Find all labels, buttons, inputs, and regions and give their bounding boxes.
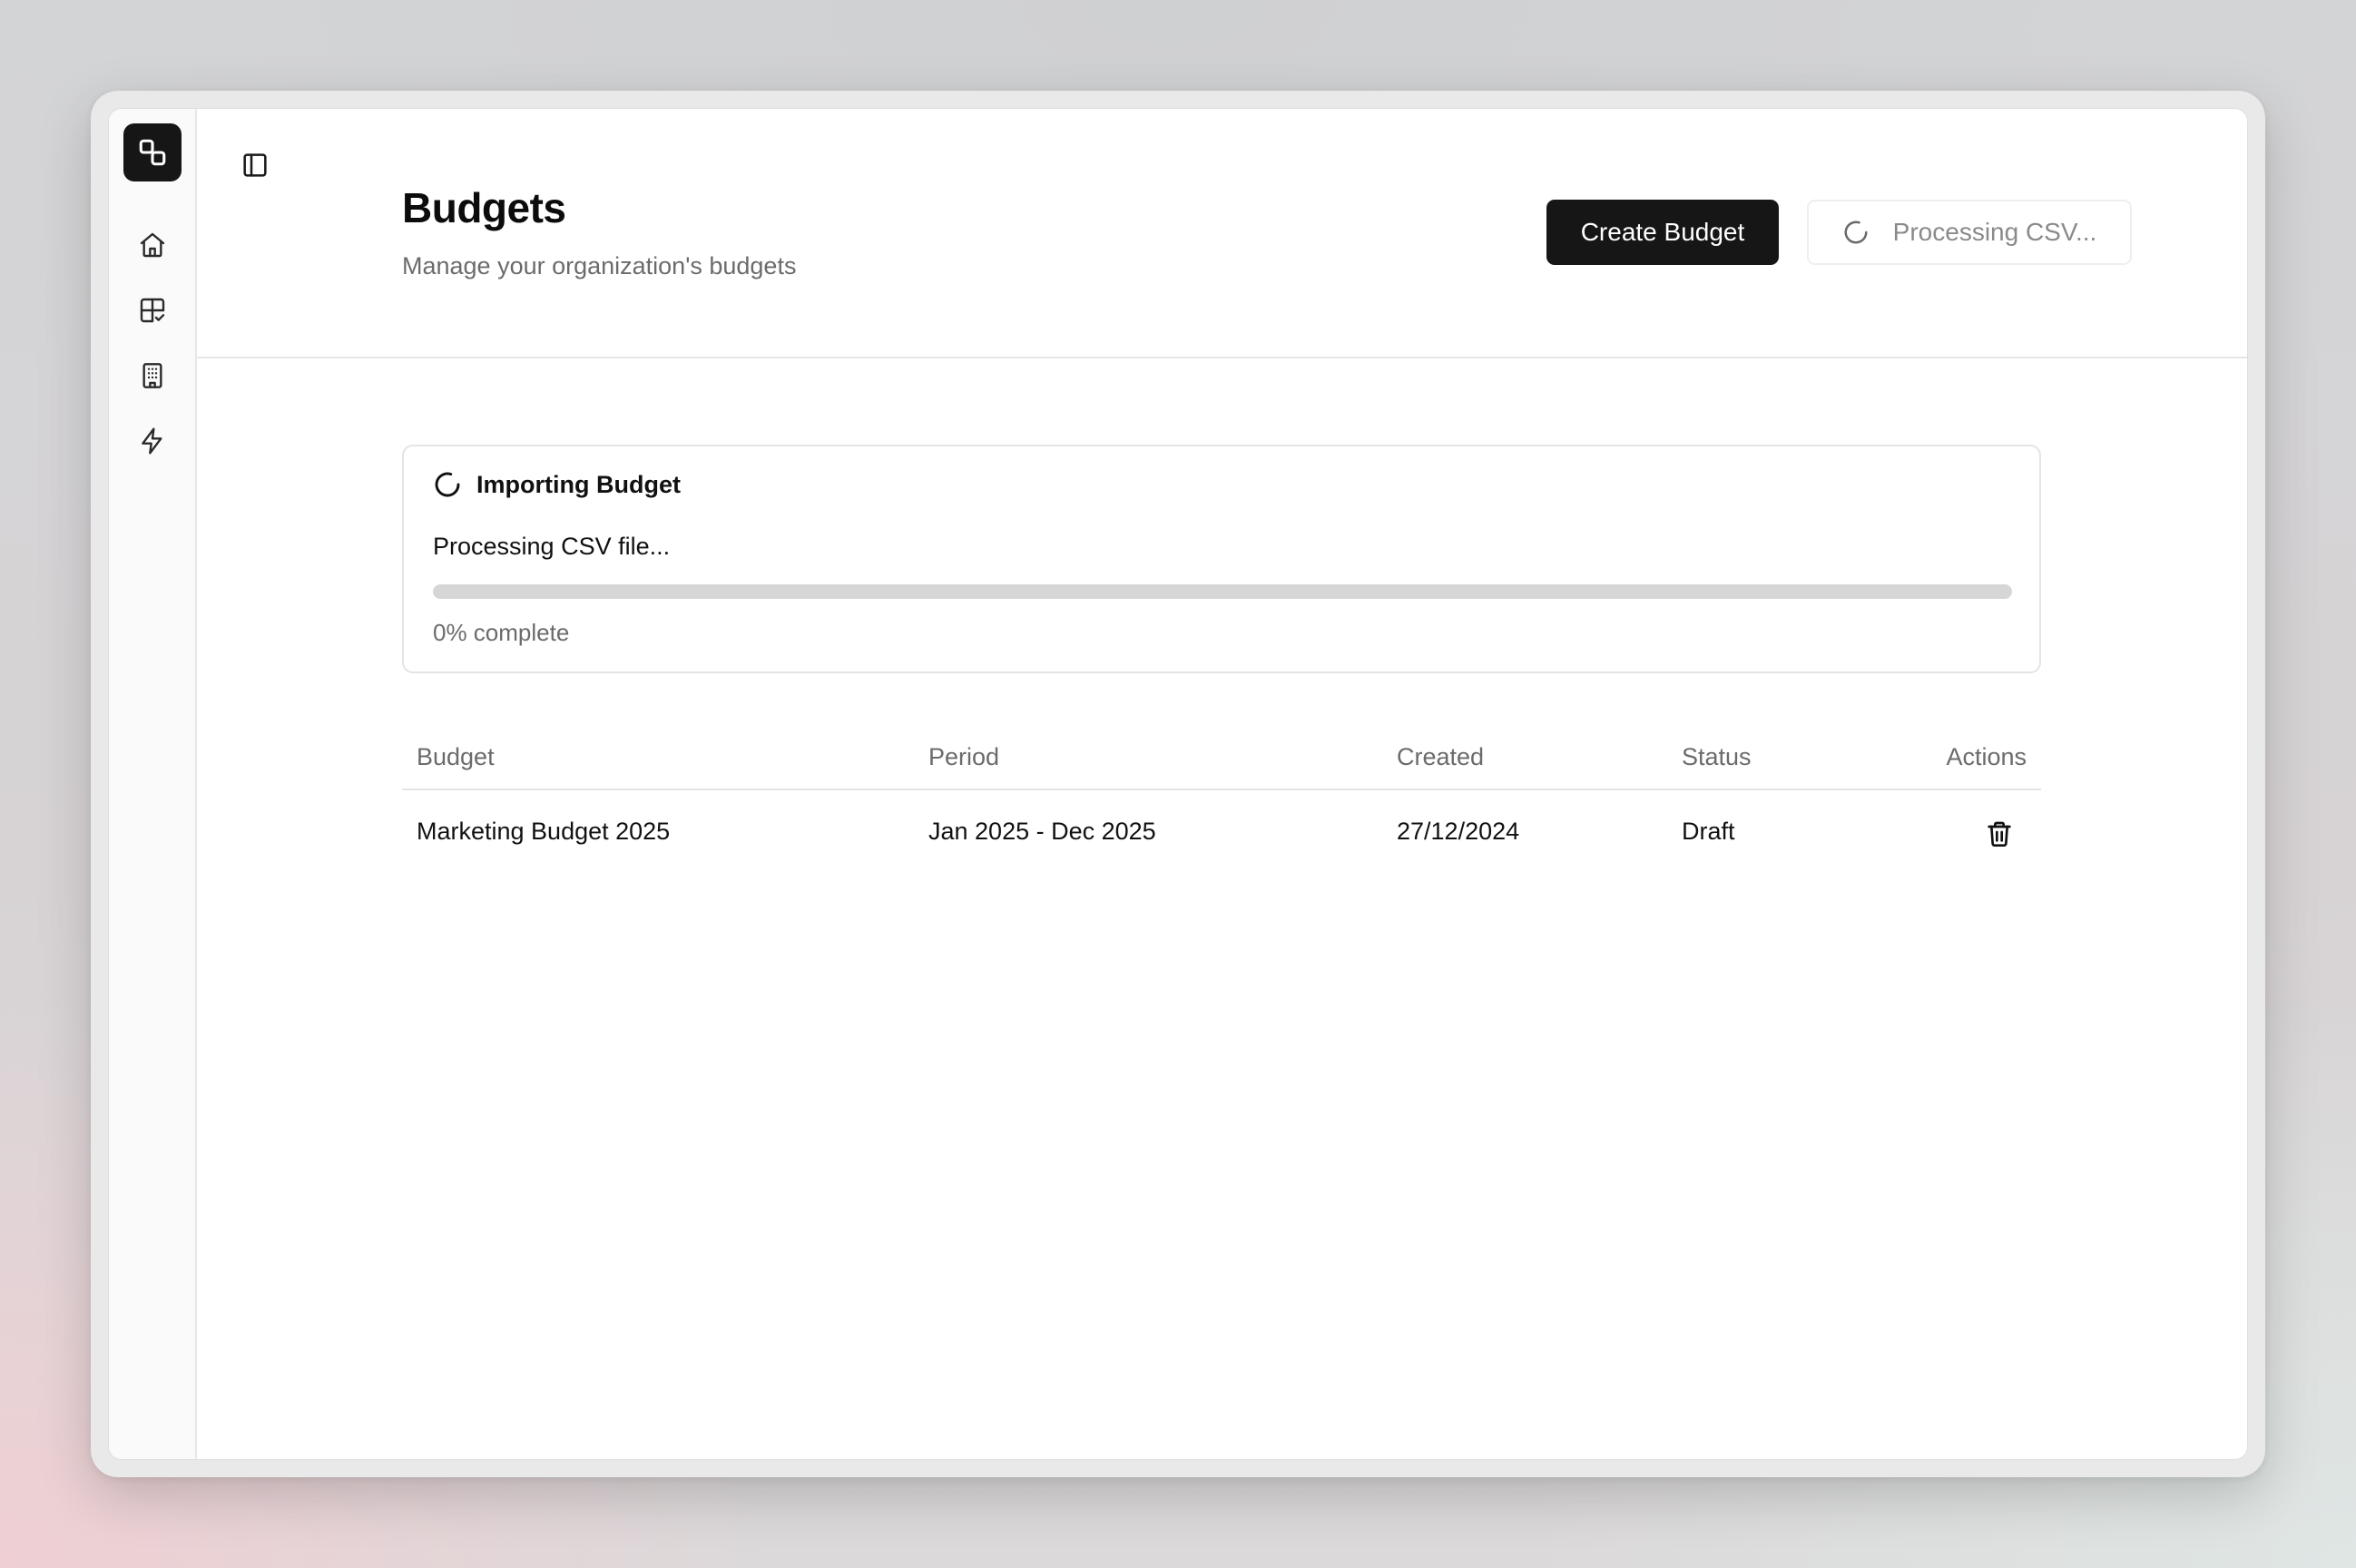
sidebar-item-budgets[interactable] xyxy=(127,285,178,336)
sidebar-item-home[interactable] xyxy=(127,220,178,270)
main-content: Budgets Manage your organization's budge… xyxy=(197,109,2247,1459)
processing-csv-label: Processing CSV... xyxy=(1892,218,2097,246)
column-header-period: Period xyxy=(928,743,1000,770)
create-budget-label: Create Budget xyxy=(1580,218,1745,246)
page-header: Budgets Manage your organization's budge… xyxy=(197,109,2247,358)
column-header-status: Status xyxy=(1682,743,1752,770)
budgets-table: Budget Period Created Status Actions Mar… xyxy=(402,730,2041,887)
column-header-actions: Actions xyxy=(1946,743,2027,770)
app-window: Budgets Manage your organization's budge… xyxy=(109,109,2247,1459)
cell-budget: Marketing Budget 2025 xyxy=(417,818,671,845)
table-row[interactable]: Marketing Budget 2025 Jan 2025 - Dec 202… xyxy=(402,790,2041,887)
logo-icon xyxy=(139,139,166,166)
import-progress-card: Importing Budget Processing CSV file... … xyxy=(402,445,2041,673)
page-title: Budgets xyxy=(402,184,566,231)
sidebar-item-integrations[interactable] xyxy=(127,416,178,466)
import-progress-bar xyxy=(433,584,2012,599)
sidebar-toggle-button[interactable] xyxy=(233,143,277,187)
page-subtitle: Manage your organization's budgets xyxy=(402,252,797,279)
import-message: Processing CSV file... xyxy=(433,533,671,560)
trash-icon xyxy=(1988,821,2011,847)
column-header-created: Created xyxy=(1397,743,1485,770)
app-window-frame: Budgets Manage your organization's budge… xyxy=(91,91,2265,1477)
layout-check-icon xyxy=(140,298,165,323)
app-logo[interactable] xyxy=(123,123,182,181)
cell-status: Draft xyxy=(1682,818,1735,845)
processing-csv-button[interactable]: Processing CSV... xyxy=(1807,200,2132,265)
cell-created: 27/12/2024 xyxy=(1397,818,1520,845)
spinner-icon xyxy=(1844,220,1868,244)
delete-budget-button[interactable] xyxy=(1976,810,2023,858)
building-icon xyxy=(142,363,162,388)
cell-period: Jan 2025 - Dec 2025 xyxy=(928,818,1156,845)
spinner-icon xyxy=(435,472,460,497)
sidebar-rail xyxy=(109,109,197,1459)
import-progress-label: 0% complete xyxy=(433,619,570,646)
panel-left-icon xyxy=(243,153,267,177)
import-title: Importing Budget xyxy=(476,470,681,498)
zap-icon xyxy=(142,427,162,455)
table-header: Budget Period Created Status Actions xyxy=(402,730,2041,790)
home-icon xyxy=(140,232,165,258)
sidebar-item-organization[interactable] xyxy=(127,350,178,401)
create-budget-button[interactable]: Create Budget xyxy=(1546,200,1779,265)
column-header-budget: Budget xyxy=(417,743,495,770)
import-title-row: Importing Budget xyxy=(433,470,681,499)
